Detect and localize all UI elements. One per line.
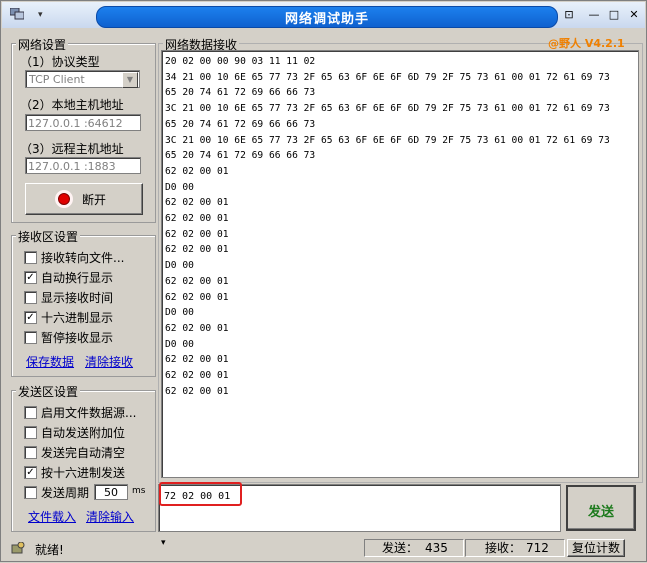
send-button[interactable]: 发送 — [566, 485, 636, 531]
local-address-field[interactable]: 127.0.0.1 :64612 — [25, 114, 141, 131]
network-app-icon[interactable] — [10, 8, 24, 20]
recv-line: 3C 21 00 10 6E 65 77 73 2F 65 63 6F 6E 6… — [165, 134, 610, 146]
recv-line: 65 20 74 61 72 69 66 66 73 — [165, 87, 316, 99]
checkbox-label: 接收转向文件... — [41, 251, 125, 265]
disconnect-button[interactable]: 断开 — [25, 183, 143, 215]
status-gear-icon — [11, 542, 25, 554]
chevron-down-icon[interactable]: ▼ — [122, 72, 138, 88]
recv-line: 62 02 00 01 — [165, 322, 229, 334]
recv-line: 62 02 00 01 — [165, 213, 229, 224]
recv-line: 34 21 00 10 6E 65 77 73 2F 65 63 6F 6E 6… — [165, 71, 610, 83]
remote-address-label: （3）远程主机地址 — [20, 142, 124, 156]
recv-line: 62 02 00 01 — [165, 385, 229, 397]
recv-line: 62 02 00 01 — [165, 275, 229, 287]
title-pill: 网络调试助手 — [96, 6, 558, 28]
recv-line: D0 00 — [165, 338, 194, 350]
load-file-link[interactable]: 文件载入 — [28, 508, 76, 525]
checkbox-label: 显示接收时间 — [41, 291, 114, 305]
checkbox-label: 十六进制显示 — [41, 311, 114, 325]
recv-line: 65 20 74 61 72 69 66 66 73 — [165, 118, 316, 130]
reset-count-button[interactable]: 复位计数 — [567, 539, 625, 557]
recv-line: D0 00 — [165, 260, 194, 272]
recv-count: 712 — [526, 541, 549, 555]
checkbox-label: 发送周期 — [41, 486, 90, 500]
protocol-label: （1）协议类型 — [20, 55, 100, 69]
recv-line: 62 02 00 01 — [165, 165, 229, 177]
send-settings-legend: 发送区设置 — [16, 383, 81, 400]
checkbox-box[interactable] — [24, 426, 37, 439]
maximize-icon[interactable]: □ — [607, 8, 621, 22]
protocol-value: TCP Client — [29, 73, 85, 86]
recv-line: 62 02 00 01 — [165, 197, 229, 209]
send-button-label: 发送 — [587, 505, 614, 520]
recv-line: D0 00 — [165, 181, 194, 193]
sent-count-panel: 发送： 435 — [364, 539, 464, 557]
recv-line: 20 02 00 00 90 03 11 11 02 — [165, 56, 316, 67]
checkbox-box[interactable]: ✓ — [24, 466, 37, 479]
clear-receive-link[interactable]: 清除接收 — [85, 353, 133, 370]
recv-label: 接收： — [485, 541, 522, 555]
checkbox-box[interactable] — [24, 331, 37, 344]
local-address-label: （2）本地主机地址 — [20, 98, 124, 112]
title-bar: ▾ 网络调试助手 ⊡ — □ ✕ — [2, 2, 645, 28]
network-settings-legend: 网络设置 — [16, 36, 69, 53]
checkbox-box[interactable] — [24, 291, 37, 304]
recv-line: 62 02 00 01 — [165, 291, 229, 303]
status-bar: 就绪! ▾ 发送： 435 接收： 712 复位计数 — [1, 538, 647, 563]
clear-input-link[interactable]: 清除输入 — [86, 508, 134, 525]
checkbox-box[interactable] — [24, 486, 37, 499]
send-settings-group: 发送区设置 启用文件数据源... 自动发送附加位 发送完自动清空 ✓ 按十六进制发… — [11, 383, 156, 532]
receive-settings-group: 接收区设置 接收转向文件... ✓ 自动换行显示 显示接收时间 ✓ 十六进制显示 暂… — [11, 228, 156, 377]
recv-count-panel: 接收： 712 — [465, 539, 565, 557]
receive-settings-legend: 接收区设置 — [16, 228, 81, 245]
recv-line: 62 02 00 01 — [165, 370, 229, 381]
pin-icon[interactable]: ⊡ — [562, 8, 576, 22]
window-title: 网络调试助手 — [284, 12, 369, 27]
checkbox-box[interactable]: ✓ — [24, 271, 37, 284]
save-data-link[interactable]: 保存数据 — [26, 353, 74, 370]
system-menu-arrow-icon[interactable]: ▾ — [38, 10, 43, 20]
remote-address-field[interactable]: 127.0.0.1 :1883 — [25, 157, 141, 174]
checkbox-box[interactable] — [24, 446, 37, 459]
period-unit: ms — [132, 486, 146, 496]
close-icon[interactable]: ✕ — [627, 8, 641, 22]
checkbox-label: 自动发送附加位 — [41, 426, 126, 440]
checkbox-box[interactable] — [24, 251, 37, 264]
recv-line: 62 02 00 01 — [165, 244, 229, 256]
send-period-input[interactable]: 50 — [94, 484, 128, 500]
checkbox-label: 暂停接收显示 — [41, 331, 114, 345]
checkbox-label: 发送完自动清空 — [41, 446, 126, 460]
recv-line: D0 00 — [165, 307, 194, 319]
disconnect-button-label: 断开 — [82, 193, 107, 207]
checkbox-label: 按十六进制发送 — [41, 466, 126, 480]
sent-count: 435 — [425, 541, 448, 555]
recv-line: 62 02 00 01 — [165, 354, 229, 366]
checkbox-label: 自动换行显示 — [41, 271, 114, 285]
checkbox-label: 启用文件数据源... — [41, 406, 137, 420]
send-input-highlight — [159, 482, 242, 506]
connection-status-icon — [55, 190, 73, 208]
sent-label: 发送： — [382, 541, 419, 555]
recv-line: 3C 21 00 10 6E 65 77 73 2F 65 63 6F 6E 6… — [165, 103, 610, 115]
resize-arrow-icon: ▾ — [161, 538, 166, 548]
checkbox-box[interactable] — [24, 406, 37, 419]
protocol-select[interactable]: TCP Client ▼ — [25, 70, 140, 88]
version-label: @野人 V4.2.1 — [548, 37, 625, 50]
network-settings-group: 网络设置 （1）协议类型 TCP Client ▼ （2）本地主机地址 127.… — [11, 36, 156, 223]
recv-line: 65 20 74 61 72 69 66 66 73 — [165, 150, 316, 162]
status-ready: 就绪! — [35, 543, 64, 557]
recv-line: 62 02 00 01 — [165, 228, 229, 240]
app-window: ▾ 网络调试助手 ⊡ — □ ✕ 网络设置 （1）协议类型 TCP Client… — [0, 0, 647, 562]
receive-textarea[interactable]: 20 02 00 00 90 03 11 11 02 34 21 00 10 6E… — [161, 50, 639, 478]
checkbox-box[interactable]: ✓ — [24, 311, 37, 324]
minimize-icon[interactable]: — — [587, 8, 601, 22]
